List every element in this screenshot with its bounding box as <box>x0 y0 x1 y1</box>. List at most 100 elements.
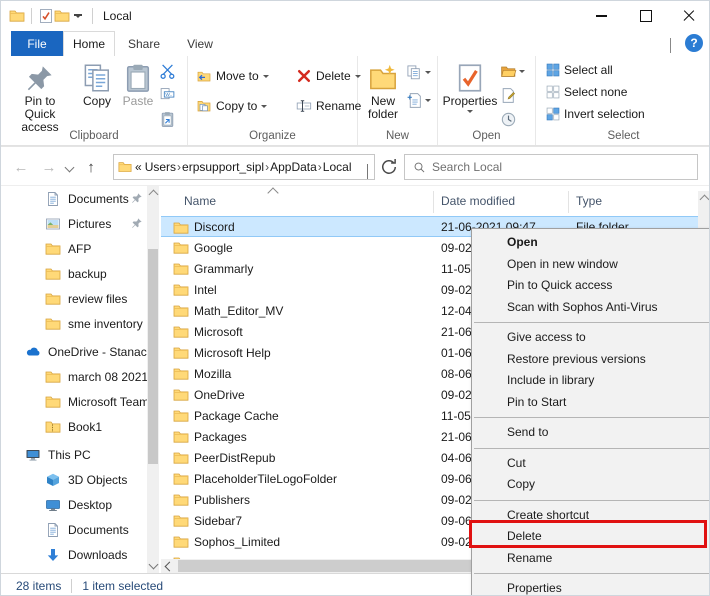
button-label: Select all <box>564 63 613 77</box>
svg-text:W..: W.. <box>165 92 172 98</box>
sidebar-item-3d-objects[interactable]: 3D Objects <box>1 467 147 492</box>
folder-icon <box>173 345 189 361</box>
sidebar-item-label: Microsoft Teams <box>68 395 147 409</box>
copy-path-icon: W.. <box>159 87 176 104</box>
sidebar-item-book1[interactable]: Book1 <box>1 414 147 439</box>
window-title: Local <box>103 9 132 23</box>
close-button[interactable] <box>669 1 709 31</box>
folder-icon <box>173 240 189 256</box>
selection-count: 1 item selected <box>82 579 163 593</box>
sidebar-item-afp[interactable]: AFP <box>1 236 147 261</box>
breadcrumb-segment[interactable]: erpsupport_sipl <box>182 160 264 174</box>
sidebar-item-documents[interactable]: Documents <box>1 517 147 542</box>
copy-path-button[interactable]: W.. <box>159 87 176 104</box>
column-header-type[interactable]: Type <box>576 194 602 208</box>
sidebar-item-documents[interactable]: Documents <box>1 186 147 211</box>
tab-view[interactable]: View <box>173 31 227 56</box>
menu-item-pin-to-start[interactable]: Pin to Start <box>472 392 710 414</box>
sidebar-item-label: march 08 2021 <box>68 370 147 384</box>
sidebar-item-backup[interactable]: backup <box>1 261 147 286</box>
sidebar-item-desktop[interactable]: Desktop <box>1 492 147 517</box>
download-icon <box>45 547 61 563</box>
properties-button[interactable]: Properties <box>444 59 496 113</box>
ribbon-group-organize: Move to Copy to Delete Rename Organize <box>188 56 358 145</box>
menu-item-restore-previous-versions[interactable]: Restore previous versions <box>472 349 710 371</box>
paste-button[interactable]: Paste <box>119 59 157 108</box>
collapse-ribbon-button[interactable] <box>670 39 679 48</box>
sidebar-item-onedrive-stanac[interactable]: OneDrive - Stanac <box>1 339 147 364</box>
move-to-button[interactable]: Move to <box>196 68 269 84</box>
help-button[interactable]: ? <box>685 34 703 52</box>
tab-home[interactable]: Home <box>63 31 115 56</box>
paste-shortcut-button[interactable] <box>159 111 176 128</box>
menu-item-include-in-library[interactable]: Include in library <box>472 370 710 392</box>
up-button[interactable]: ↑ <box>79 147 103 187</box>
menu-item-copy[interactable]: Copy <box>472 474 710 496</box>
menu-item-open[interactable]: Open <box>472 232 710 254</box>
forward-button[interactable]: → <box>37 147 61 187</box>
back-button[interactable]: ← <box>9 147 33 187</box>
file-name: Microsoft Help <box>194 346 271 360</box>
scrollbar-thumb[interactable] <box>148 249 158 464</box>
properties-check-icon[interactable] <box>38 8 54 24</box>
sidebar-scrollbar[interactable] <box>147 186 159 573</box>
folder-icon[interactable] <box>54 8 70 24</box>
maximize-button[interactable] <box>626 1 666 31</box>
menu-item-properties[interactable]: Properties <box>472 578 710 596</box>
scroll-up-icon[interactable] <box>700 195 710 205</box>
menu-item-scan-with-sophos-anti-virus[interactable]: Scan with Sophos Anti-Virus <box>472 297 710 319</box>
folder-icon <box>173 324 189 340</box>
menu-item-give-access-to[interactable]: Give access to <box>472 327 710 349</box>
address-bar[interactable]: « Users›erpsupport_sipl›AppData›Local <box>113 154 375 180</box>
scroll-up-icon[interactable] <box>149 190 159 200</box>
pin-to-quick-access-button[interactable]: Pin to Quick access <box>9 59 71 134</box>
invert-selection-button[interactable]: Invert selection <box>546 107 645 121</box>
chevron-down-icon <box>425 71 431 74</box>
sidebar-item-march-08-2021[interactable]: march 08 2021 <box>1 364 147 389</box>
column-divider[interactable] <box>433 191 434 213</box>
quick-access-toolbar-dropdown-icon[interactable] <box>74 14 82 18</box>
divider <box>31 8 32 24</box>
sidebar-item-pictures[interactable]: Pictures <box>1 211 147 236</box>
refresh-button[interactable] <box>379 157 399 177</box>
new-folder-button[interactable]: New folder <box>360 59 406 121</box>
sidebar-item-this-pc[interactable]: This PC <box>1 442 147 467</box>
sidebar-item-review-files[interactable]: review files <box>1 286 147 311</box>
column-header-date-modified[interactable]: Date modified <box>441 194 515 208</box>
address-dropdown-button[interactable] <box>367 164 368 178</box>
recent-locations-button[interactable] <box>61 147 77 187</box>
edit-button[interactable] <box>500 87 517 104</box>
breadcrumb-segment[interactable]: Local <box>323 160 352 174</box>
easy-access-button[interactable] <box>406 64 431 81</box>
cut-button[interactable] <box>159 63 176 80</box>
sidebar-item-downloads[interactable]: Downloads <box>1 542 147 567</box>
menu-item-pin-to-quick-access[interactable]: Pin to Quick access <box>472 275 710 297</box>
column-header-name[interactable]: Name <box>184 194 216 208</box>
column-divider[interactable] <box>568 191 569 213</box>
scroll-down-icon[interactable] <box>149 560 159 570</box>
breadcrumb-segment[interactable]: AppData <box>270 160 317 174</box>
rename-button[interactable]: Rename <box>296 98 361 114</box>
chevron-down-icon <box>263 75 269 78</box>
menu-item-send-to[interactable]: Send to <box>472 422 710 444</box>
copy-to-button[interactable]: Copy to <box>196 98 267 114</box>
sidebar-item-microsoft-teams[interactable]: Microsoft Teams <box>1 389 147 414</box>
search-input[interactable]: Search Local <box>404 154 698 180</box>
sidebar-item-sme-inventory[interactable]: sme inventory <box>1 311 147 336</box>
open-button[interactable] <box>500 63 525 80</box>
minimize-button[interactable] <box>581 1 621 31</box>
tab-share[interactable]: Share <box>115 31 173 56</box>
tab-file[interactable]: File <box>11 31 63 56</box>
scroll-left-icon[interactable] <box>165 562 175 572</box>
new-item-button[interactable] <box>406 92 431 109</box>
select-all-button[interactable]: Select all <box>546 63 613 77</box>
select-none-button[interactable]: Select none <box>546 85 627 99</box>
menu-item-cut[interactable]: Cut <box>472 453 710 475</box>
menu-item-open-in-new-window[interactable]: Open in new window <box>472 254 710 276</box>
copy-button[interactable]: Copy <box>77 59 117 108</box>
file-name: Package Cache <box>194 409 279 423</box>
breadcrumb-segment[interactable]: Users <box>145 160 176 174</box>
menu-item-rename[interactable]: Rename <box>472 548 710 570</box>
delete-button[interactable]: Delete <box>296 68 361 84</box>
history-button[interactable] <box>500 111 517 128</box>
